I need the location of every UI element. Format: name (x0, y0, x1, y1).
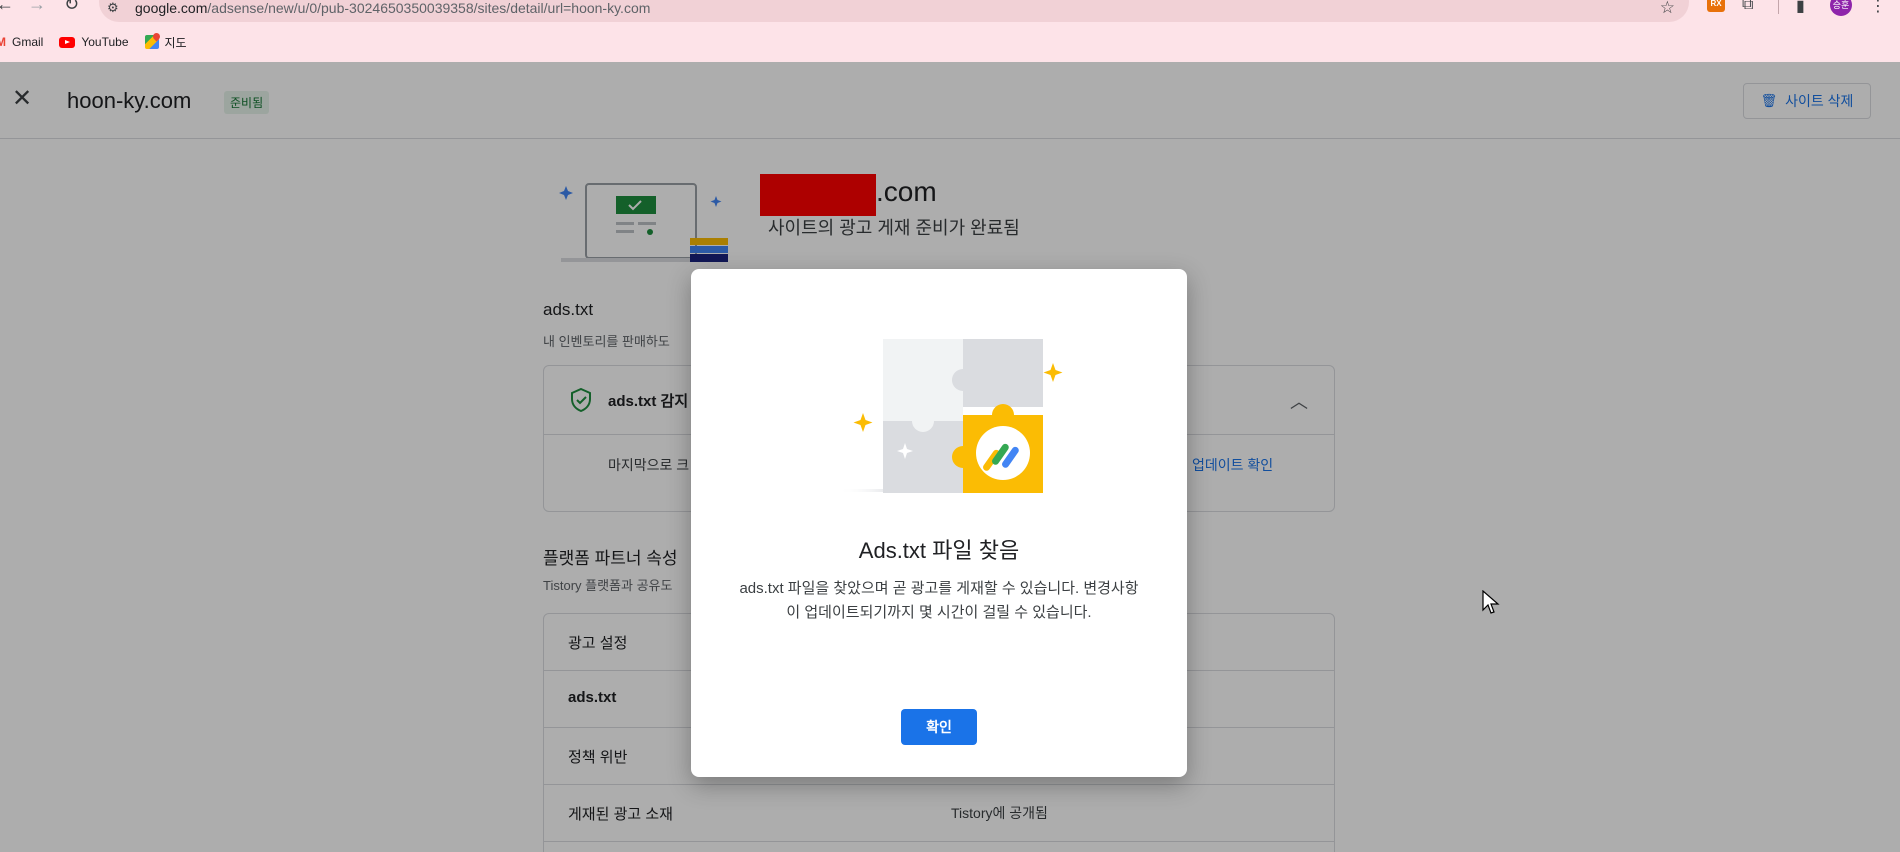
bookmark-gmail[interactable]: M Gmail (0, 35, 43, 49)
profile-avatar[interactable]: 승훈 (1830, 0, 1852, 16)
url-domain: google.com (135, 0, 208, 16)
bookmark-label: 지도 (164, 35, 187, 50)
toolbar-divider (1778, 0, 1779, 14)
mouse-cursor-icon (1482, 590, 1500, 614)
youtube-icon (59, 36, 76, 48)
reload-icon[interactable]: ↻ (64, 0, 79, 15)
bookmark-youtube[interactable]: YouTube (59, 35, 129, 49)
forward-icon[interactable]: → (28, 0, 46, 15)
confirm-button[interactable]: 확인 (901, 709, 977, 745)
puzzle-illustration (838, 339, 1063, 493)
maps-icon (144, 35, 159, 49)
dialog-body: ads.txt 파일을 찾았으며 곧 광고를 게재할 수 있습니다. 변경사항이… (739, 580, 1139, 621)
gmail-icon: M (0, 35, 6, 49)
url-path: /adsense/new/u/0/pub-3024650350039358/si… (207, 0, 651, 16)
ads-txt-found-dialog: Ads.txt 파일 찾음 ads.txt 파일을 찾았으며 곧 광고를 게재할… (691, 269, 1187, 777)
browser-chrome: ← → ↻ ⚙ google.com/adsense/new/u/0/pub-3… (0, 0, 1900, 62)
bookmark-maps[interactable]: 지도 (144, 34, 187, 51)
extension-icon[interactable]: RX (1707, 0, 1725, 12)
dialog-title: Ads.txt 파일 찾음 (858, 538, 1020, 563)
bookmark-label: YouTube (81, 35, 129, 49)
bookmark-star-icon[interactable]: ☆ (1660, 0, 1675, 18)
side-panel-icon[interactable]: ▮ (1796, 0, 1805, 16)
address-bar[interactable]: ⚙ google.com/adsense/new/u/0/pub-3024650… (99, 0, 1689, 22)
site-info-icon[interactable]: ⚙ (107, 0, 119, 16)
url-text[interactable]: google.com/adsense/new/u/0/pub-302465035… (135, 0, 650, 16)
back-icon[interactable]: ← (0, 0, 14, 15)
bookmark-label: Gmail (12, 35, 44, 49)
menu-kebab-icon[interactable]: ⋮ (1870, 0, 1886, 16)
bookmarks-bar: M Gmail YouTube 지도 (0, 31, 203, 53)
extensions-puzzle-icon[interactable]: ⧉ (1742, 0, 1753, 14)
